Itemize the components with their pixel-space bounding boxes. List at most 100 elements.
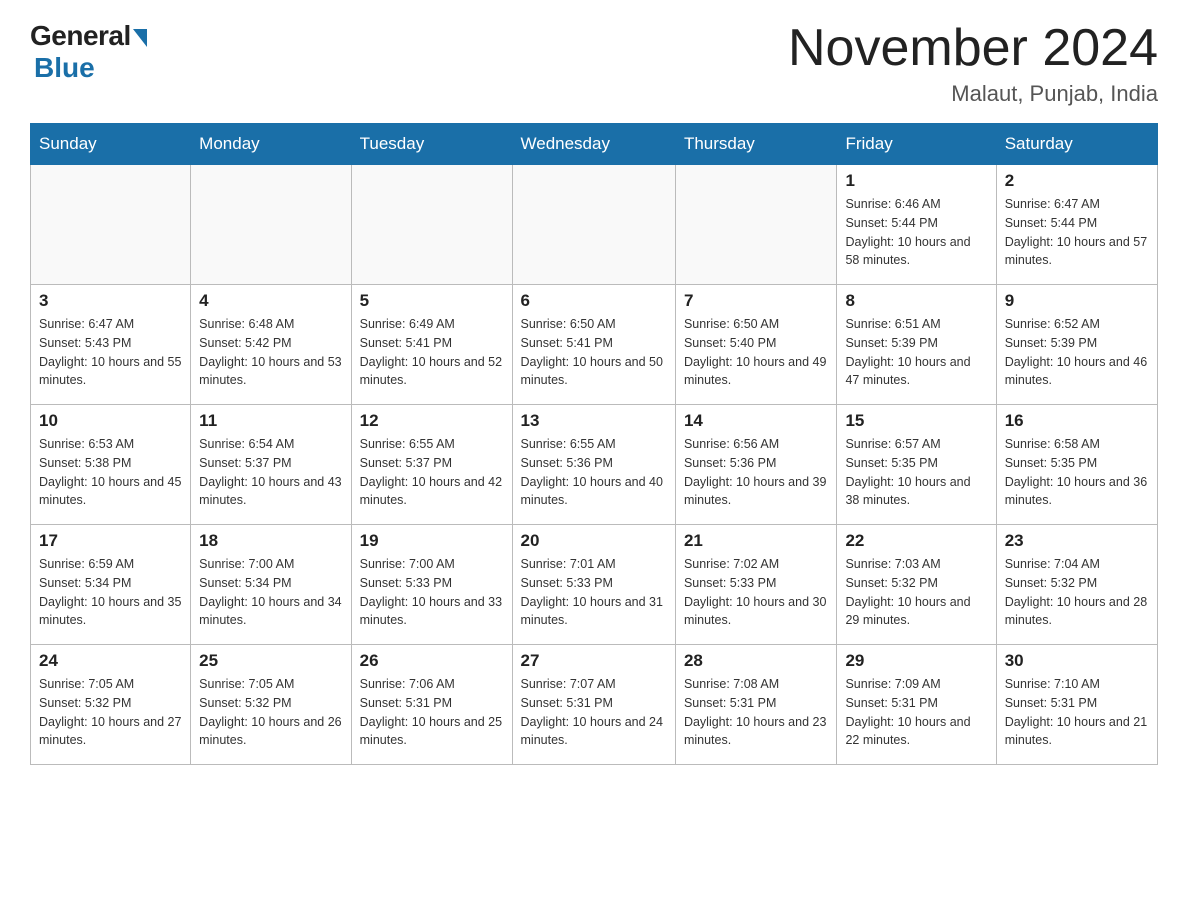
day-header-wednesday: Wednesday xyxy=(512,124,675,165)
day-number: 28 xyxy=(684,651,829,671)
calendar-cell xyxy=(31,165,191,285)
calendar-cell: 23 Sunrise: 7:04 AMSunset: 5:32 PMDayligh… xyxy=(996,525,1157,645)
calendar-cell: 21 Sunrise: 7:02 AMSunset: 5:33 PMDayligh… xyxy=(675,525,837,645)
calendar-cell: 29 Sunrise: 7:09 AMSunset: 5:31 PMDayligh… xyxy=(837,645,996,765)
logo-arrow-icon xyxy=(133,29,147,47)
calendar-cell: 28 Sunrise: 7:08 AMSunset: 5:31 PMDayligh… xyxy=(675,645,837,765)
day-number: 19 xyxy=(360,531,504,551)
day-number: 2 xyxy=(1005,171,1149,191)
title-block: November 2024 Malaut, Punjab, India xyxy=(788,20,1158,107)
day-header-friday: Friday xyxy=(837,124,996,165)
day-number: 5 xyxy=(360,291,504,311)
day-number: 10 xyxy=(39,411,182,431)
day-info: Sunrise: 6:55 AMSunset: 5:36 PMDaylight:… xyxy=(521,435,667,510)
calendar-cell xyxy=(351,165,512,285)
calendar-cell: 16Sunrise: 6:58 AMSunset: 5:35 PMDayligh… xyxy=(996,405,1157,525)
day-info: Sunrise: 7:10 AMSunset: 5:31 PMDaylight:… xyxy=(1005,675,1149,750)
day-number: 8 xyxy=(845,291,987,311)
day-info: Sunrise: 6:47 AMSunset: 5:44 PMDaylight:… xyxy=(1005,195,1149,270)
day-number: 3 xyxy=(39,291,182,311)
logo-general-text: General xyxy=(30,20,131,52)
calendar-cell: 6 Sunrise: 6:50 AMSunset: 5:41 PMDaylight… xyxy=(512,285,675,405)
calendar-week-5: 24 Sunrise: 7:05 AMSunset: 5:32 PMDayligh… xyxy=(31,645,1158,765)
calendar-cell: 11 Sunrise: 6:54 AMSunset: 5:37 PMDayligh… xyxy=(191,405,351,525)
calendar-body: 1Sunrise: 6:46 AMSunset: 5:44 PMDaylight… xyxy=(31,165,1158,765)
day-number: 29 xyxy=(845,651,987,671)
calendar-table: SundayMondayTuesdayWednesdayThursdayFrid… xyxy=(30,123,1158,765)
calendar-cell: 4Sunrise: 6:48 AMSunset: 5:42 PMDaylight… xyxy=(191,285,351,405)
day-number: 20 xyxy=(521,531,667,551)
calendar-cell: 10 Sunrise: 6:53 AMSunset: 5:38 PMDayligh… xyxy=(31,405,191,525)
day-info: Sunrise: 6:50 AMSunset: 5:41 PMDaylight:… xyxy=(521,315,667,390)
calendar-cell: 30 Sunrise: 7:10 AMSunset: 5:31 PMDayligh… xyxy=(996,645,1157,765)
day-info: Sunrise: 7:08 AMSunset: 5:31 PMDaylight:… xyxy=(684,675,829,750)
calendar-cell: 9 Sunrise: 6:52 AMSunset: 5:39 PMDaylight… xyxy=(996,285,1157,405)
day-info: Sunrise: 7:06 AMSunset: 5:31 PMDaylight:… xyxy=(360,675,504,750)
day-number: 4 xyxy=(199,291,342,311)
calendar-cell: 7Sunrise: 6:50 AMSunset: 5:40 PMDaylight… xyxy=(675,285,837,405)
day-number: 14 xyxy=(684,411,829,431)
day-number: 26 xyxy=(360,651,504,671)
calendar-cell: 15Sunrise: 6:57 AMSunset: 5:35 PMDayligh… xyxy=(837,405,996,525)
calendar-week-3: 10 Sunrise: 6:53 AMSunset: 5:38 PMDayligh… xyxy=(31,405,1158,525)
calendar-cell: 2 Sunrise: 6:47 AMSunset: 5:44 PMDaylight… xyxy=(996,165,1157,285)
logo-blue-text: Blue xyxy=(34,52,95,84)
day-info: Sunrise: 6:49 AMSunset: 5:41 PMDaylight:… xyxy=(360,315,504,390)
calendar-week-1: 1Sunrise: 6:46 AMSunset: 5:44 PMDaylight… xyxy=(31,165,1158,285)
day-number: 30 xyxy=(1005,651,1149,671)
calendar-cell: 25 Sunrise: 7:05 AMSunset: 5:32 PMDayligh… xyxy=(191,645,351,765)
calendar-cell xyxy=(675,165,837,285)
day-number: 9 xyxy=(1005,291,1149,311)
day-number: 22 xyxy=(845,531,987,551)
day-info: Sunrise: 6:56 AMSunset: 5:36 PMDaylight:… xyxy=(684,435,829,510)
day-header-sunday: Sunday xyxy=(31,124,191,165)
day-number: 21 xyxy=(684,531,829,551)
day-info: Sunrise: 6:52 AMSunset: 5:39 PMDaylight:… xyxy=(1005,315,1149,390)
calendar-cell: 8Sunrise: 6:51 AMSunset: 5:39 PMDaylight… xyxy=(837,285,996,405)
day-number: 12 xyxy=(360,411,504,431)
day-number: 17 xyxy=(39,531,182,551)
day-info: Sunrise: 7:07 AMSunset: 5:31 PMDaylight:… xyxy=(521,675,667,750)
day-info: Sunrise: 6:57 AMSunset: 5:35 PMDaylight:… xyxy=(845,435,987,510)
day-number: 1 xyxy=(845,171,987,191)
page-header: General Blue November 2024 Malaut, Punja… xyxy=(30,20,1158,107)
day-number: 27 xyxy=(521,651,667,671)
month-title: November 2024 xyxy=(788,20,1158,77)
calendar-cell xyxy=(512,165,675,285)
day-number: 18 xyxy=(199,531,342,551)
calendar-cell: 13Sunrise: 6:55 AMSunset: 5:36 PMDayligh… xyxy=(512,405,675,525)
calendar-cell: 27 Sunrise: 7:07 AMSunset: 5:31 PMDayligh… xyxy=(512,645,675,765)
day-number: 25 xyxy=(199,651,342,671)
day-info: Sunrise: 7:00 AMSunset: 5:33 PMDaylight:… xyxy=(360,555,504,630)
day-number: 6 xyxy=(521,291,667,311)
calendar-cell: 19 Sunrise: 7:00 AMSunset: 5:33 PMDayligh… xyxy=(351,525,512,645)
day-info: Sunrise: 6:54 AMSunset: 5:37 PMDaylight:… xyxy=(199,435,342,510)
day-header-saturday: Saturday xyxy=(996,124,1157,165)
day-number: 24 xyxy=(39,651,182,671)
calendar-cell: 24Sunrise: 7:05 AMSunset: 5:32 PMDayligh… xyxy=(31,645,191,765)
calendar-cell: 22 Sunrise: 7:03 AMSunset: 5:32 PMDayligh… xyxy=(837,525,996,645)
day-number: 23 xyxy=(1005,531,1149,551)
calendar-cell: 18 Sunrise: 7:00 AMSunset: 5:34 PMDayligh… xyxy=(191,525,351,645)
day-info: Sunrise: 7:03 AMSunset: 5:32 PMDaylight:… xyxy=(845,555,987,630)
location-title: Malaut, Punjab, India xyxy=(788,81,1158,107)
day-info: Sunrise: 7:09 AMSunset: 5:31 PMDaylight:… xyxy=(845,675,987,750)
calendar-cell: 5 Sunrise: 6:49 AMSunset: 5:41 PMDaylight… xyxy=(351,285,512,405)
day-info: Sunrise: 6:47 AMSunset: 5:43 PMDaylight:… xyxy=(39,315,182,390)
day-number: 11 xyxy=(199,411,342,431)
calendar-cell: 1Sunrise: 6:46 AMSunset: 5:44 PMDaylight… xyxy=(837,165,996,285)
day-info: Sunrise: 7:00 AMSunset: 5:34 PMDaylight:… xyxy=(199,555,342,630)
header-row: SundayMondayTuesdayWednesdayThursdayFrid… xyxy=(31,124,1158,165)
day-info: Sunrise: 6:50 AMSunset: 5:40 PMDaylight:… xyxy=(684,315,829,390)
day-info: Sunrise: 6:53 AMSunset: 5:38 PMDaylight:… xyxy=(39,435,182,510)
day-info: Sunrise: 7:02 AMSunset: 5:33 PMDaylight:… xyxy=(684,555,829,630)
calendar-cell xyxy=(191,165,351,285)
day-info: Sunrise: 7:05 AMSunset: 5:32 PMDaylight:… xyxy=(199,675,342,750)
calendar-cell: 12Sunrise: 6:55 AMSunset: 5:37 PMDayligh… xyxy=(351,405,512,525)
day-header-thursday: Thursday xyxy=(675,124,837,165)
day-info: Sunrise: 7:01 AMSunset: 5:33 PMDaylight:… xyxy=(521,555,667,630)
logo: General Blue xyxy=(30,20,147,84)
calendar-cell: 3 Sunrise: 6:47 AMSunset: 5:43 PMDaylight… xyxy=(31,285,191,405)
day-info: Sunrise: 7:04 AMSunset: 5:32 PMDaylight:… xyxy=(1005,555,1149,630)
day-info: Sunrise: 6:59 AMSunset: 5:34 PMDaylight:… xyxy=(39,555,182,630)
